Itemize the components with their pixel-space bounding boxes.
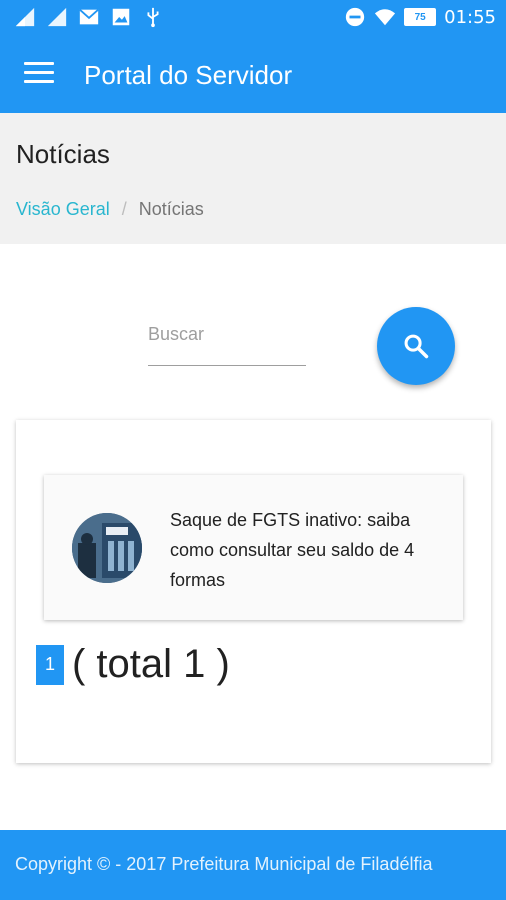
- news-thumbnail: [72, 513, 142, 583]
- battery-level: 75: [414, 11, 426, 23]
- status-time: 01:55: [444, 6, 496, 28]
- footer-copyright: Copyright © - 2017 Prefeitura Municipal …: [15, 854, 433, 874]
- footer: Copyright © - 2017 Prefeitura Municipal …: [0, 830, 506, 900]
- status-right-icons: 75 01:55: [344, 6, 496, 28]
- battery-icon: 75: [404, 8, 437, 26]
- signal-icon: [15, 7, 35, 27]
- status-bar: 75 01:55: [0, 0, 506, 36]
- total-count: ( total 1 ): [72, 642, 230, 686]
- breadcrumb: Visão Geral / Notícias: [16, 199, 204, 220]
- status-left-icons: [14, 6, 164, 28]
- search-input[interactable]: [148, 318, 306, 365]
- news-item[interactable]: Saque de FGTS inativo: saiba como consul…: [44, 475, 463, 620]
- app-bar: Portal do Servidor: [0, 36, 506, 113]
- menu-icon[interactable]: [24, 62, 54, 88]
- image-icon: [112, 8, 130, 26]
- signal-icon: [47, 7, 67, 27]
- news-title: Saque de FGTS inativo: saiba como consul…: [170, 510, 415, 590]
- wifi-icon: [375, 9, 396, 26]
- breadcrumb-current: Notícias: [138, 199, 204, 219]
- dnd-icon: [345, 7, 365, 27]
- app-title: Portal do Servidor: [84, 60, 293, 90]
- page-number-button[interactable]: 1: [36, 644, 64, 685]
- usb-icon: [147, 7, 159, 28]
- pagination: 1 ( total 1 ): [36, 642, 230, 687]
- search-button[interactable]: [377, 307, 455, 385]
- breadcrumb-home-link[interactable]: Visão Geral: [16, 199, 110, 220]
- page-header: Notícias Visão Geral / Notícias: [0, 113, 506, 244]
- page-title: Notícias: [16, 139, 110, 169]
- search-icon: [404, 334, 429, 359]
- news-card: Saque de FGTS inativo: saiba como consul…: [16, 420, 491, 763]
- search-field: [148, 318, 306, 366]
- breadcrumb-separator: /: [121, 199, 127, 219]
- mail-icon: [79, 8, 99, 25]
